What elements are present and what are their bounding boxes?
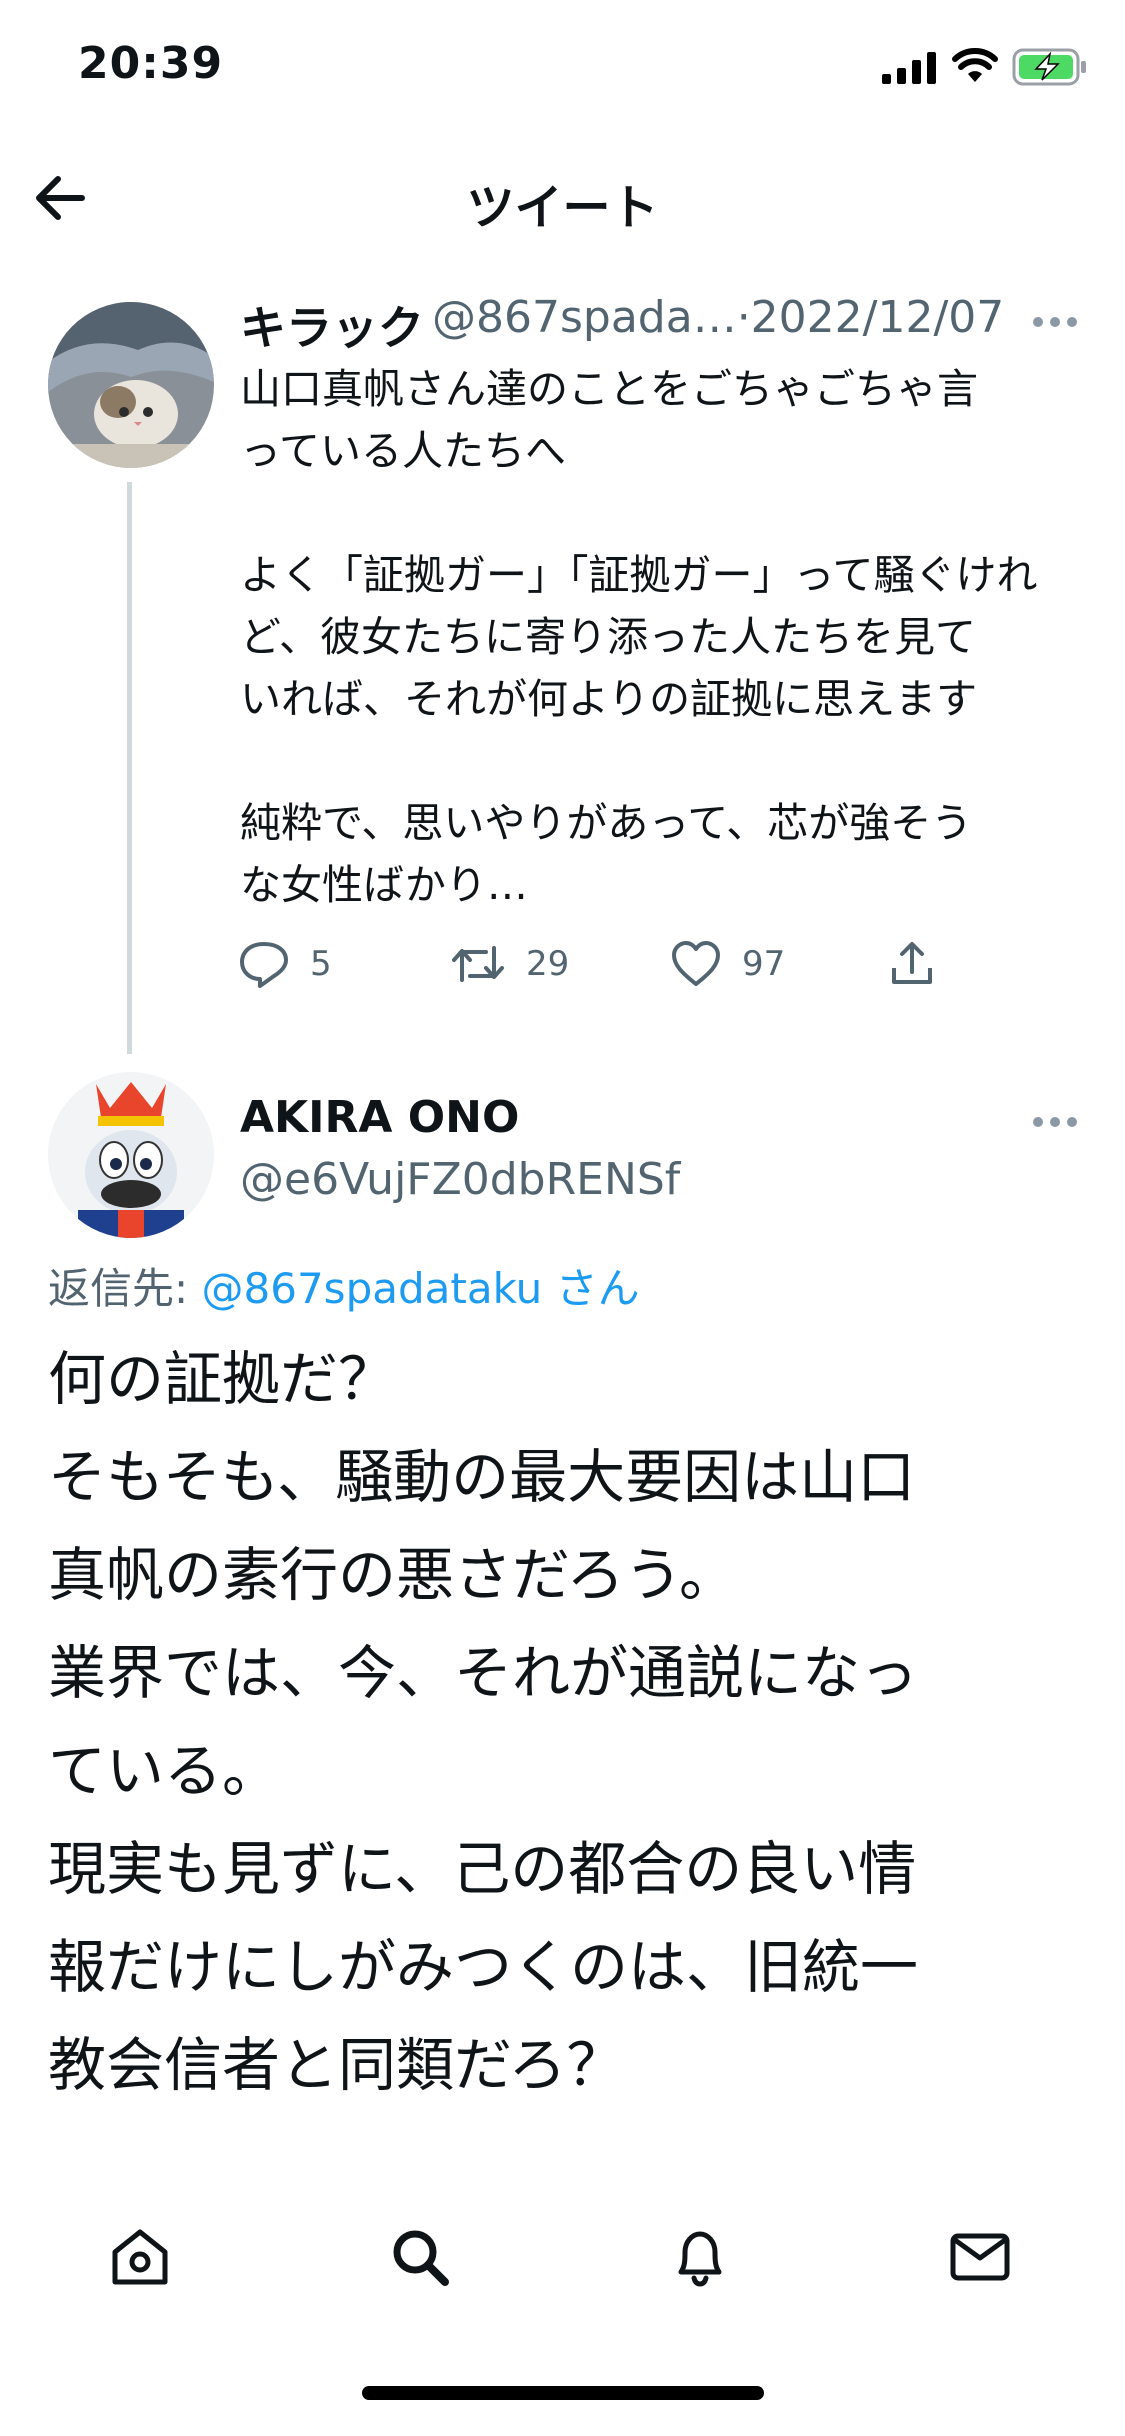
tweet-text: 山口真帆さん達のことをごちゃごちゃ言 っている人たちへ よく「証拠ガー」「証拠ガ… [240, 365, 1038, 909]
reply-count: 5 [310, 944, 332, 984]
avatar[interactable] [48, 1072, 214, 1238]
reply-to-user-link[interactable]: @867spadataku [202, 1264, 543, 1313]
cat-avatar-image [48, 302, 214, 468]
nav-notifications[interactable] [655, 2212, 745, 2302]
reply-button[interactable]: 5 [238, 940, 332, 988]
nav-messages[interactable] [935, 2212, 1025, 2302]
nav-home[interactable] [95, 2212, 185, 2302]
mail-icon [950, 2233, 1010, 2281]
avatar[interactable] [48, 302, 214, 468]
search-icon [393, 2230, 449, 2286]
nav-search[interactable] [375, 2212, 465, 2302]
handle[interactable]: @e6VujFZ0dbRENSf [240, 1154, 680, 1205]
home-indicator[interactable] [362, 2386, 764, 2400]
heart-icon [672, 941, 720, 986]
retweet-count: 29 [526, 944, 570, 984]
mascot-avatar-image [48, 1072, 214, 1238]
bell-icon [678, 2231, 722, 2287]
display-name[interactable]: AKIRA ONO [240, 1092, 519, 1143]
back-button[interactable] [30, 168, 100, 228]
share-button[interactable] [888, 940, 936, 988]
wifi-icon [952, 48, 998, 82]
more-options-icon[interactable] [1030, 312, 1080, 332]
reply-to-line: 返信先: @867spadataku さん [48, 1255, 640, 1316]
more-options-icon[interactable] [1030, 1112, 1080, 1132]
arrow-left-icon [36, 176, 85, 220]
page-title: ツイート [466, 180, 659, 236]
like-button[interactable]: 97 [670, 940, 785, 988]
retweet-button[interactable]: 29 [450, 940, 569, 988]
like-count: 97 [742, 944, 786, 984]
share-icon [892, 942, 932, 984]
signal-icon [882, 52, 936, 84]
status-time: 20:39 [78, 38, 224, 89]
battery-charging-icon [1012, 48, 1086, 86]
thread-line [127, 482, 132, 1054]
reply-to-prefix: 返信先: [48, 1264, 202, 1313]
display-name[interactable]: キラック [240, 292, 424, 358]
reply-to-suffix: さん [542, 1264, 640, 1313]
retweet-icon [452, 946, 504, 982]
home-icon [112, 2229, 168, 2285]
handle-and-date[interactable]: @867spada…·2022/12/07 [432, 292, 1004, 343]
tweet-text: 何の証拠だ？ そもそも、騒動の最大要因は山口 真帆の素行の悪さだろう。 業界では… [48, 1345, 919, 2099]
reply-icon [240, 942, 288, 988]
